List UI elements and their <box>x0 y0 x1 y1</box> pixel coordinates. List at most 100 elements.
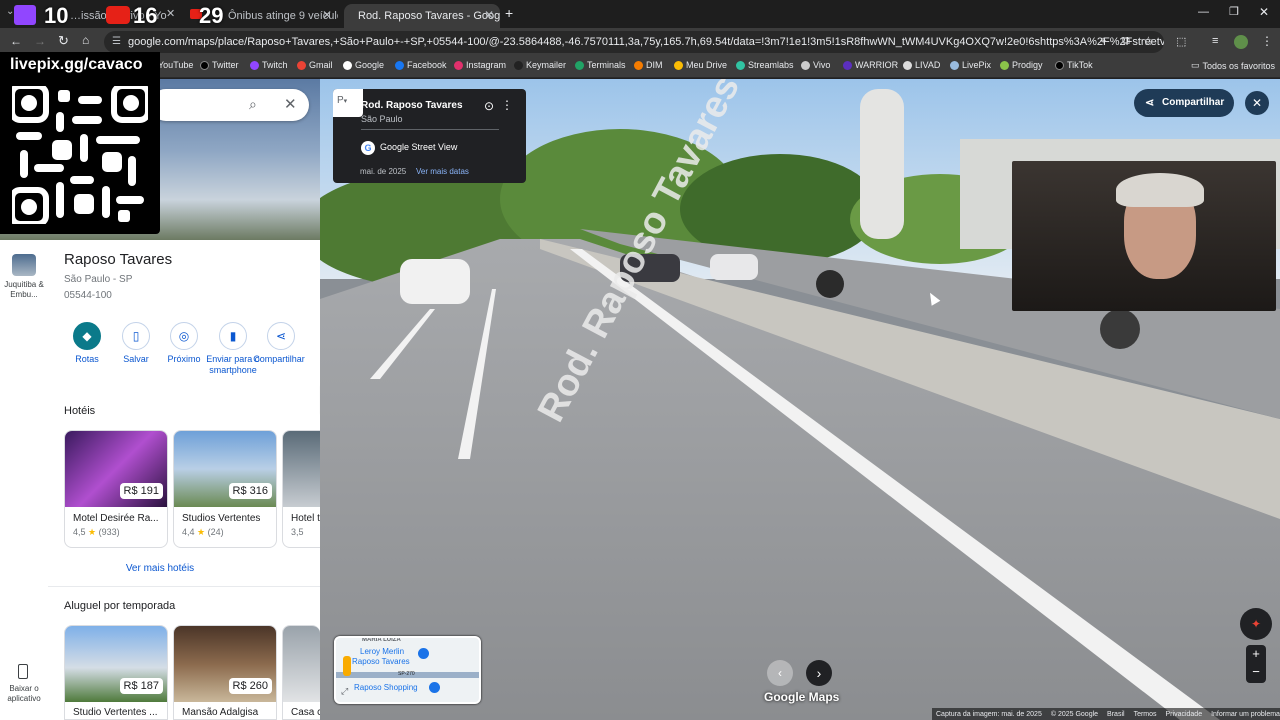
directions-icon: ◆ <box>82 329 92 343</box>
more-options-icon[interactable]: ⋮ <box>501 98 513 112</box>
tab-google-maps[interactable]: Rod. Raposo Tavares - Google ✕ <box>344 4 500 28</box>
bookmark-youtube[interactable]: YouTube <box>158 60 193 70</box>
install-icon[interactable]: ⧉ <box>1122 35 1130 48</box>
review-count: (933) <box>98 527 120 537</box>
phone-icon[interactable] <box>18 664 28 679</box>
profile-avatar[interactable] <box>1234 35 1248 49</box>
share-button[interactable]: ⋖ <box>267 322 295 350</box>
report-problem-link[interactable]: Informar um problema <box>1211 711 1280 718</box>
youtube-icon <box>106 6 130 24</box>
bookmark-dim[interactable]: DIM <box>634 60 663 70</box>
streamer-cap <box>1116 173 1204 207</box>
street-view-image[interactable]: Rod. Raposo Tavares P▾ Rod. Raposo Tavar… <box>320 79 1280 720</box>
forward-icon[interactable]: → <box>34 34 46 48</box>
bookmarks-folder[interactable]: ▭ Todos os favoritos <box>1191 60 1275 71</box>
pegman-icon[interactable] <box>343 656 351 676</box>
bookmark-label: Keymailer <box>526 60 567 70</box>
bookmark-drive[interactable]: Meu Drive <box>674 60 727 70</box>
hotel-price: R$ 316 <box>228 483 272 499</box>
capture-date: mai. de 2025 <box>360 167 407 176</box>
more-hotels-link[interactable]: Ver mais hotéis <box>0 563 320 574</box>
country-link[interactable]: Brasil <box>1107 711 1125 718</box>
more-dates-link[interactable]: Ver mais datas <box>416 167 469 176</box>
bookmark-label: LIVAD <box>915 60 941 70</box>
share-button[interactable]: ⋖ Compartilhar <box>1134 89 1234 117</box>
recent-place-thumbnail[interactable] <box>12 254 36 276</box>
menu-icon[interactable]: ⋮ <box>1261 34 1273 48</box>
window-close-icon[interactable]: ✕ <box>1259 5 1269 19</box>
download-app-label[interactable]: Baixar o aplicativo <box>2 684 46 704</box>
close-street-view-button[interactable]: ✕ <box>1245 91 1269 115</box>
bookmark-facebook[interactable]: Facebook <box>395 60 447 70</box>
bookmark-livepix[interactable]: LivePix <box>950 60 991 70</box>
mini-map[interactable]: MARIA LUIZA Leroy Merlin Raposo Tavares … <box>334 636 481 704</box>
hotel-card[interactable]: Hotel t 3,5 <box>282 430 320 548</box>
rentals-heading: Aluguel por temporada <box>64 600 176 612</box>
search-icon[interactable]: ⌕ <box>249 96 257 113</box>
close-icon[interactable]: ✕ <box>284 95 297 113</box>
site-info-icon[interactable]: ☰ <box>112 31 121 53</box>
hotel-rating: 4,4 ★ (24) <box>174 524 276 538</box>
home-icon[interactable]: ⌂ <box>82 33 89 47</box>
bookmark-instagram[interactable]: Instagram <box>454 60 506 70</box>
bookmark-label: Twitch <box>262 60 288 70</box>
save-button[interactable]: ▯ <box>122 322 150 350</box>
compass-icon[interactable]: ✦ <box>1240 608 1272 640</box>
reload-icon[interactable]: ↻ <box>58 33 69 49</box>
street-view-info-card: P▾ Rod. Raposo Tavares São Paulo ⊙ ⋮ G G… <box>333 89 526 183</box>
close-icon[interactable]: ✕ <box>166 7 175 20</box>
extensions-icon[interactable]: ⬚ <box>1176 35 1186 48</box>
directions-button[interactable]: ◆ <box>73 322 101 350</box>
nearby-label: Próximo <box>167 354 201 364</box>
bookmark-twitter[interactable]: Twitter <box>200 60 239 70</box>
bookmark-keymailer[interactable]: Keymailer <box>514 60 566 70</box>
bookmark-label: Terminals <box>587 60 626 70</box>
restore-icon[interactable]: ❐ <box>1229 5 1239 18</box>
qr-code-icon <box>9 83 151 227</box>
prodigy-icon <box>1000 60 1009 70</box>
expand-icon[interactable]: ⤢ <box>341 686 348 697</box>
recent-place-label[interactable]: Juquitiba & Embu... <box>2 280 46 300</box>
url-field[interactable]: ☰ google.com/maps/place/Raposo+Tavares,+… <box>104 31 1164 53</box>
tab-search-icon[interactable]: ≡ <box>1212 35 1218 47</box>
gmail-icon <box>297 60 306 70</box>
back-to-map-button[interactable]: P▾ <box>333 89 363 117</box>
terms-link[interactable]: Termos <box>1134 711 1157 718</box>
hotel-card[interactable]: R$ 191 Motel Desirée Ra... 4,5 ★ (933) <box>64 430 168 548</box>
search-input[interactable]: ⌕ ✕ <box>150 89 309 121</box>
rental-card[interactable]: R$ 260 Mansão Adalgisa <box>173 625 277 720</box>
nearby-button[interactable]: ◎ <box>170 322 198 350</box>
rental-card[interactable]: Casa c <box>282 625 320 720</box>
mini-map-label: Leroy Merlin <box>360 647 405 656</box>
hotel-card[interactable]: R$ 316 Studios Vertentes 4,4 ★ (24) <box>173 430 277 548</box>
previous-arrow-icon[interactable]: ‹ <box>767 660 793 686</box>
location-pin-icon[interactable]: ⊙ <box>484 99 494 113</box>
new-tab-button[interactable]: + <box>505 5 513 21</box>
bookmark-google[interactable]: Google <box>343 60 384 70</box>
close-icon[interactable]: ✕ <box>322 8 332 22</box>
bookmark-label: Streamlabs <box>748 60 794 70</box>
bookmark-gmail[interactable]: Gmail <box>297 60 333 70</box>
back-icon[interactable]: ← <box>10 34 22 48</box>
bookmark-vivo[interactable]: Vivo <box>801 60 830 70</box>
minimize-icon[interactable]: — <box>1198 6 1209 18</box>
bookmark-prodigy[interactable]: Prodigy <box>1000 60 1043 70</box>
bookmark-warrior[interactable]: WARRIOR <box>843 60 898 70</box>
zoom-control: + − <box>1246 645 1266 683</box>
streamlabs-icon <box>736 60 745 70</box>
zoom-out-icon[interactable]: − <box>1246 664 1266 679</box>
zoom-in-icon[interactable]: + <box>1246 646 1266 661</box>
send-to-phone-button[interactable]: ▮ <box>219 322 247 350</box>
close-icon[interactable]: ✕ <box>484 8 494 22</box>
location-icon[interactable]: ⌖ <box>1100 35 1106 48</box>
privacy-link[interactable]: Privacidade <box>1166 711 1203 718</box>
bookmark-streamlabs[interactable]: Streamlabs <box>736 60 794 70</box>
rental-card[interactable]: R$ 187 Studio Vertentes ... <box>64 625 168 720</box>
bookmark-tiktok[interactable]: TikTok <box>1055 60 1093 70</box>
bookmark-livad[interactable]: LIVAD <box>903 60 940 70</box>
bookmark-star-icon[interactable]: ☆ <box>1143 34 1154 48</box>
bookmark-terminals[interactable]: Terminals <box>575 60 626 70</box>
bookmark-twitch[interactable]: Twitch <box>250 60 288 70</box>
next-arrow-icon[interactable]: › <box>806 660 832 686</box>
youtube-viewer-count: 29 <box>199 3 224 28</box>
